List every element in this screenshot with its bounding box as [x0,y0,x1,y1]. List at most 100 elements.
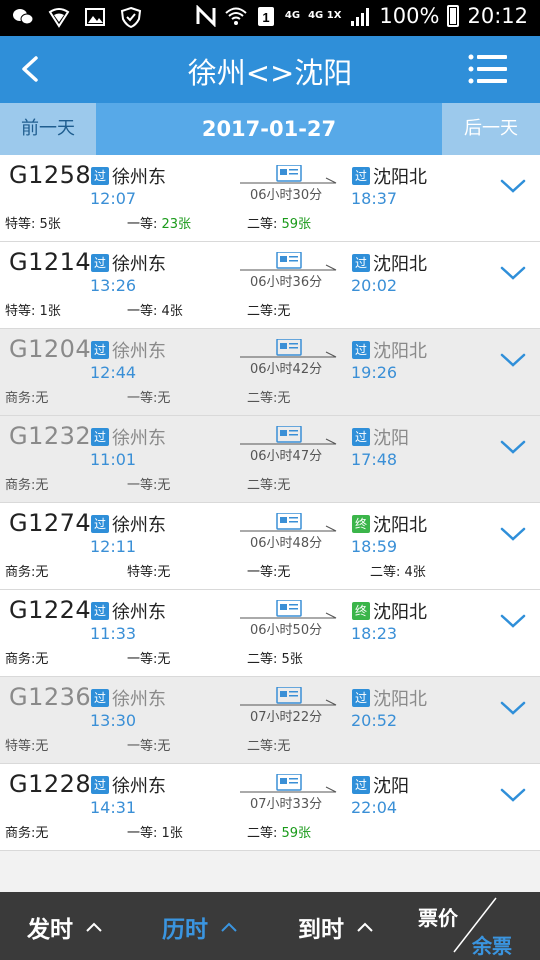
network-b: 4G 1X [308,10,342,21]
seat-class-2: 一等: 1张 [127,826,183,841]
seat-class-2: 一等: 4张 [127,304,183,319]
end-badge: 过 [352,167,370,185]
sort-departure-label: 发时 [27,917,73,943]
trip-duration: 06小时48分 [250,536,323,551]
trip-duration: 06小时50分 [250,623,323,638]
seat-class-3: 二等:无 [247,391,291,406]
train-list: G1258 过 徐州东 12:07 06小时30分 过 沈阳北 18:37 特等… [0,155,540,851]
pass-badge: 过 [91,776,109,794]
seat-class-3: 二等:无 [247,304,291,319]
chevron-up-icon [86,922,102,932]
train-row[interactable]: G1228 过 徐州东 14:31 07小时33分 过 沈阳 22:04 商务:… [0,764,540,851]
arrival-time: 18:23 [351,624,398,643]
to-station-name: 沈阳北 [373,167,427,188]
end-badge: 过 [352,776,370,794]
to-station: 过 沈阳 [352,772,409,798]
end-badge: 过 [352,428,370,446]
from-station: 过 徐州东 [91,337,166,363]
chevron-down-icon[interactable] [500,612,526,630]
sort-departure-button[interactable]: 发时 [27,910,103,944]
from-station-name: 徐州东 [112,776,166,797]
arrival-time: 22:04 [351,798,398,817]
trip-duration: 06小时47分 [250,449,323,464]
prev-day-button[interactable]: 前一天 [0,103,96,155]
train-row[interactable]: G1258 过 徐州东 12:07 06小时30分 过 沈阳北 18:37 特等… [0,155,540,242]
chevron-up-icon [357,922,373,932]
status-bar: 1 4G 4G 1X 100% 20:12 [0,0,540,36]
chevron-up-icon [221,922,237,932]
chevron-down-icon[interactable] [500,264,526,282]
chevron-down-icon[interactable] [500,177,526,195]
from-station-name: 徐州东 [112,515,166,536]
from-station: 过 徐州东 [91,772,166,798]
train-row[interactable]: G1204 过 徐州东 12:44 06小时42分 过 沈阳北 19:26 商务… [0,329,540,416]
from-station: 过 徐州东 [91,511,166,537]
trip-duration: 06小时36分 [250,275,323,290]
train-row[interactable]: G1232 过 徐州东 11:01 06小时47分 过 沈阳 17:48 商务:… [0,416,540,503]
to-station-name: 沈阳北 [373,254,427,275]
seat-class-1: 商务:无 [5,652,49,667]
next-day-button[interactable]: 后一天 [442,103,540,155]
sort-remaining-button[interactable]: 余票 [472,930,512,959]
chevron-down-icon[interactable] [500,351,526,369]
seat-class-3: 一等:无 [247,565,291,580]
from-station-name: 徐州东 [112,254,166,275]
seat-class-1: 特等: 5张 [5,217,61,232]
end-badge: 终 [352,602,370,620]
back-arrow-icon[interactable] [14,52,48,86]
seat-class-2: 一等:无 [127,478,171,493]
to-station: 过 沈阳北 [352,163,427,189]
wifi-icon [225,7,247,25]
departure-time: 11:33 [90,624,137,643]
train-row[interactable]: G1214 过 徐州东 13:26 06小时36分 过 沈阳北 20:02 特等… [0,242,540,329]
departure-time: 12:11 [90,537,137,556]
train-row[interactable]: G1224 过 徐州东 11:33 06小时50分 终 沈阳北 18:23 商务… [0,590,540,677]
chevron-down-icon[interactable] [500,525,526,543]
seat-class-1: 特等: 1张 [5,304,61,319]
header: 徐州<>沈阳 [0,36,540,103]
train-row[interactable]: G1274 过 徐州东 12:11 06小时48分 终 沈阳北 18:59 商务… [0,503,540,590]
trip-duration: 06小时30分 [250,188,323,203]
from-station-name: 徐州东 [112,602,166,623]
arrival-time: 20:02 [351,276,398,295]
from-station: 过 徐州东 [91,250,166,276]
clock: 20:12 [467,4,528,28]
to-station: 过 沈阳北 [352,250,427,276]
train-number: G1228 [9,770,92,798]
trip-duration: 07小时22分 [250,710,323,725]
train-number: G1214 [9,248,92,276]
train-number: G1224 [9,596,92,624]
seat-class-1: 商务:无 [5,391,49,406]
pass-badge: 过 [91,602,109,620]
from-station: 过 徐州东 [91,598,166,624]
end-badge: 过 [352,689,370,707]
seat-class-2: 特等:无 [127,565,171,580]
arrival-time: 18:59 [351,537,398,556]
arrival-time: 19:26 [351,363,398,382]
nfc-icon [196,5,216,27]
from-station: 过 徐州东 [91,685,166,711]
train-row[interactable]: G1236 过 徐州东 13:30 07小时22分 过 沈阳北 20:52 特等… [0,677,540,764]
from-station-name: 徐州东 [112,167,166,188]
pass-badge: 过 [91,428,109,446]
menu-icon[interactable] [468,54,508,84]
to-station: 过 沈阳北 [352,337,427,363]
arrival-time: 20:52 [351,711,398,730]
sort-arrival-button[interactable]: 到时 [298,910,374,944]
chevron-down-icon[interactable] [500,786,526,804]
current-date[interactable]: 2017-01-27 [96,103,442,155]
chat-icon [13,9,34,25]
seat-class-3: 二等:无 [247,739,291,754]
date-bar: 前一天 2017-01-27 后一天 [0,103,540,155]
to-station: 终 沈阳北 [352,511,427,537]
sort-duration-button[interactable]: 历时 [162,910,238,944]
network-a: 4G [284,10,301,21]
to-station-name: 沈阳北 [373,689,427,710]
train-number: G1274 [9,509,92,537]
to-station-name: 沈阳北 [373,341,427,362]
pass-badge: 过 [91,515,109,533]
chevron-down-icon[interactable] [500,699,526,717]
seat-class-4: 二等: 4张 [370,565,426,580]
chevron-down-icon[interactable] [500,438,526,456]
sort-arrival-label: 到时 [298,917,344,943]
